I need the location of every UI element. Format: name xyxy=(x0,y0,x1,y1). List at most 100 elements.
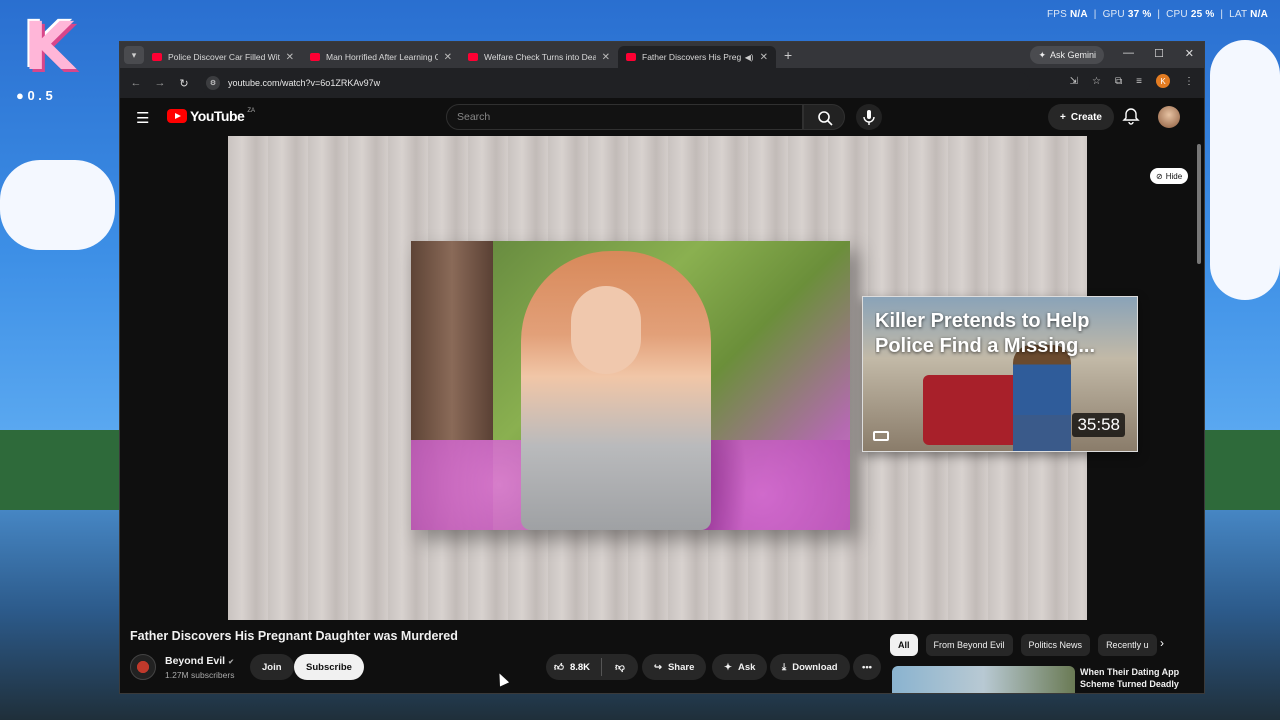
forward-icon[interactable]: → xyxy=(148,77,172,89)
cloud-decoration xyxy=(1210,40,1280,300)
join-label: Join xyxy=(262,661,282,673)
end-card-title-line1: Killer Pretends to Help xyxy=(875,310,1090,332)
omnibox[interactable]: ⚙ youtube.com/watch?v=6o1ZRKAv97w xyxy=(200,72,1030,94)
video-player[interactable]: Killer Pretends to Help Police Find a Mi… xyxy=(120,136,1196,620)
browser-window: ▾ Police Discover Car Filled With ✕ Man … xyxy=(119,41,1205,694)
tab-active[interactable]: Father Discovers His Pregna ◀) ✕ xyxy=(618,46,776,68)
tab-title: Police Discover Car Filled With xyxy=(168,52,280,62)
maximize-icon[interactable]: ☐ xyxy=(1154,47,1164,60)
page-scrollbar[interactable] xyxy=(1196,136,1202,693)
new-tab-button[interactable]: + xyxy=(784,47,792,63)
chip-from-channel[interactable]: From Beyond Evil xyxy=(925,634,1013,656)
close-tab-icon[interactable]: ✕ xyxy=(444,52,452,63)
microphone-icon xyxy=(863,110,875,125)
hide-end-screen-button[interactable]: ⊘ Hide xyxy=(1150,168,1189,184)
user-avatar[interactable] xyxy=(1158,106,1180,128)
share-icon: ↪ xyxy=(654,661,662,673)
like-button[interactable]: 👍︎ 8.8K xyxy=(546,658,602,676)
channel-name[interactable]: Beyond Evil xyxy=(165,655,225,667)
subscribe-button[interactable]: Subscribe xyxy=(294,654,364,680)
site-info-icon[interactable]: ⚙ xyxy=(206,76,220,90)
youtube-logo[interactable]: YouTube ZA xyxy=(167,108,255,124)
tab-search-icon[interactable]: ▾ xyxy=(124,46,144,64)
like-dislike-group: 👍︎ 8.8K 👎︎ xyxy=(546,654,638,680)
share-button[interactable]: ↪ Share xyxy=(642,654,707,680)
end-card-duration: 35:58 xyxy=(1072,413,1125,437)
profile-avatar[interactable]: K xyxy=(1156,74,1170,88)
youtube-play-icon xyxy=(167,109,187,123)
dislike-button[interactable]: 👎︎ xyxy=(602,661,638,673)
video-frame[interactable]: Killer Pretends to Help Police Find a Mi… xyxy=(228,136,1138,620)
minimize-icon[interactable]: — xyxy=(1123,47,1134,59)
install-app-icon[interactable]: ⇲ xyxy=(1070,76,1078,87)
video-title: Father Discovers His Pregnant Daughter w… xyxy=(130,629,458,643)
extensions-icon[interactable]: ⧉ xyxy=(1115,76,1122,87)
video-info: Father Discovers His Pregnant Daughter w… xyxy=(120,620,1196,693)
chip-all[interactable]: All xyxy=(890,634,918,656)
filter-chips: All From Beyond Evil Politics News Recen… xyxy=(890,634,1157,656)
end-screen-video-card[interactable]: Killer Pretends to Help Police Find a Mi… xyxy=(862,296,1138,452)
youtube-favicon-icon xyxy=(626,53,636,61)
cloud-decoration xyxy=(0,160,115,250)
youtube-wordmark: YouTube xyxy=(190,108,245,124)
tab[interactable]: Police Discover Car Filled With ✕ xyxy=(144,46,302,68)
playlist-icon xyxy=(873,431,889,441)
tab[interactable]: Welfare Check Turns into Deadl ✕ xyxy=(460,46,618,68)
channel-name-row[interactable]: Beyond Evil ✔ xyxy=(165,655,234,667)
recommended-video-thumbnail[interactable] xyxy=(892,666,1075,693)
thumbs-up-icon: 👍︎ xyxy=(554,662,564,673)
hamburger-menu-icon[interactable]: ☰ xyxy=(136,109,149,127)
youtube-header: ☰ YouTube ZA Search + Create xyxy=(120,98,1204,136)
channel-avatar[interactable] xyxy=(130,654,156,680)
like-count: 8.8K xyxy=(569,661,591,673)
chip-politics-news[interactable]: Politics News xyxy=(1020,634,1091,656)
back-icon[interactable]: ← xyxy=(124,77,148,89)
ask-button[interactable]: ✦ Ask xyxy=(712,654,768,680)
gemini-sparkle-icon: ✦ xyxy=(1038,49,1046,60)
speaker-icon[interactable]: ◀) xyxy=(745,53,754,62)
address-bar-row: ← → ↻ ⚙ youtube.com/watch?v=6o1ZRKAv97w … xyxy=(120,68,1204,98)
ask-gemini-label: Ask Gemini xyxy=(1049,50,1096,60)
fps-value: N/A xyxy=(1070,9,1088,20)
chip-recently-uploaded[interactable]: Recently u xyxy=(1098,634,1157,656)
subscribe-label: Subscribe xyxy=(306,661,352,673)
download-label: Download xyxy=(792,661,838,673)
bookmark-star-icon[interactable]: ☆ xyxy=(1092,76,1101,87)
man-thumbnail xyxy=(1013,345,1071,451)
download-button[interactable]: ⤓ Download xyxy=(770,654,850,680)
country-code: ZA xyxy=(247,108,255,114)
browser-menu-icon[interactable]: ⋮ xyxy=(1184,76,1194,87)
search-input[interactable]: Search xyxy=(446,104,803,130)
sparkle-icon: ✦ xyxy=(724,661,732,673)
ask-label: Ask xyxy=(737,661,756,673)
notifications-bell-icon[interactable] xyxy=(1121,106,1141,126)
create-button[interactable]: + Create xyxy=(1048,104,1114,130)
hud-logo: K xyxy=(23,8,75,85)
hill-decoration xyxy=(1205,430,1280,510)
plus-icon: + xyxy=(1060,111,1066,123)
url-text: youtube.com/watch?v=6o1ZRKAv97w xyxy=(228,78,381,88)
end-card-title: Killer Pretends to Help Police Find a Mi… xyxy=(875,309,1131,359)
chevron-right-icon[interactable]: › xyxy=(1160,636,1164,650)
voice-search-button[interactable] xyxy=(856,104,882,130)
recommended-video-title[interactable]: When Their Dating App Scheme Turned Dead… xyxy=(1080,666,1190,690)
search-button[interactable] xyxy=(803,104,845,130)
hill-decoration xyxy=(0,430,119,510)
download-icon: ⤓ xyxy=(782,661,787,673)
gpu-value: 37 % xyxy=(1127,9,1152,20)
media-control-icon[interactable]: ≡ xyxy=(1136,76,1142,87)
reload-icon[interactable]: ↻ xyxy=(172,77,196,90)
close-window-icon[interactable]: ✕ xyxy=(1185,47,1194,60)
share-label: Share xyxy=(667,661,695,673)
tab[interactable]: Man Horrified After Learning G ✕ xyxy=(302,46,460,68)
verified-icon: ✔ xyxy=(228,659,234,666)
youtube-favicon-icon xyxy=(152,53,162,61)
scrollbar-thumb[interactable] xyxy=(1197,144,1201,264)
ask-gemini-button[interactable]: ✦ Ask Gemini xyxy=(1030,46,1104,64)
more-actions-button[interactable]: ••• xyxy=(853,654,881,680)
close-tab-icon[interactable]: ✕ xyxy=(760,52,768,63)
close-tab-icon[interactable]: ✕ xyxy=(286,52,294,63)
join-button[interactable]: Join xyxy=(250,654,294,680)
tab-title: Man Horrified After Learning G xyxy=(326,52,438,62)
close-tab-icon[interactable]: ✕ xyxy=(602,52,610,63)
